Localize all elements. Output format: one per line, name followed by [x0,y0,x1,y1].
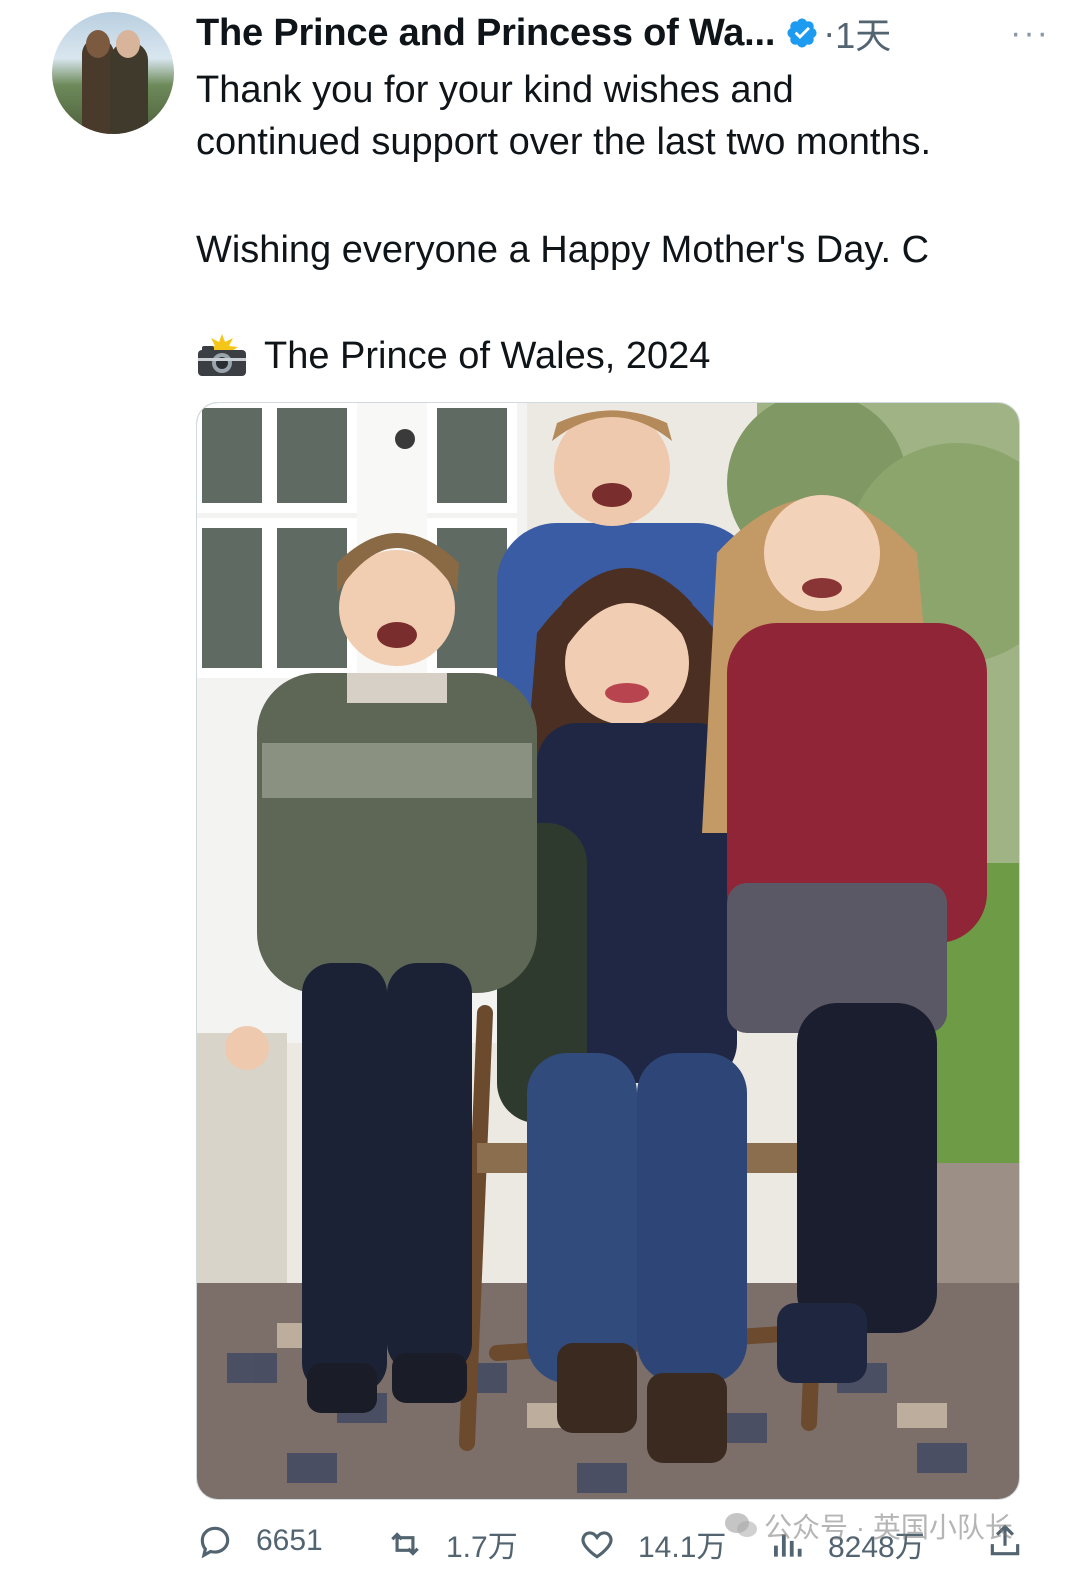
reply-count: 6651 [256,1524,323,1557]
watermark: 公众号 · 英国小队长 [724,1506,1013,1546]
wechat-icon [725,1513,757,1537]
reply-icon [200,1526,230,1559]
watermark-text: 公众号 · 英国小队长 [764,1512,1013,1543]
avatar[interactable] [52,12,174,134]
like-button[interactable]: 14.1万 [578,1522,726,1566]
repost-icon [391,1532,419,1556]
post-text: Thank you for your kind wishes and conti… [196,64,1040,168]
repost-button[interactable]: 1.7万 [386,1522,518,1566]
separator-dot: · [823,12,836,53]
post-time[interactable]: 1天 [835,7,891,59]
avatar-head-left [86,30,110,58]
reply-button[interactable]: 6651 [196,1522,323,1560]
more-options-icon[interactable]: ··· [1010,14,1050,53]
family-photo-illustration [197,403,1019,1499]
camera-flash-icon [198,334,246,376]
author-name[interactable]: The Prince and Princess of Wa... [196,12,775,55]
avatar-head-right [116,30,140,58]
like-count: 14.1万 [638,1531,727,1564]
post-photo[interactable] [196,402,1020,1500]
post-text-line: Thank you for your kind wishes and [196,69,794,111]
post-text-line: continued support over the last two mont… [196,121,932,163]
photo-credit-text: The Prince of Wales, 2024 [264,335,711,377]
post-text-line: Wishing everyone a Happy Mother's Day. C [196,229,930,271]
heart-icon [581,1531,613,1559]
post-header: The Prince and Princess of Wa... · 1天 ··… [196,7,1050,59]
repost-count: 1.7万 [446,1531,518,1564]
verified-badge-icon [787,18,817,48]
photo-credit: The Prince of Wales, 2024 [196,330,710,382]
